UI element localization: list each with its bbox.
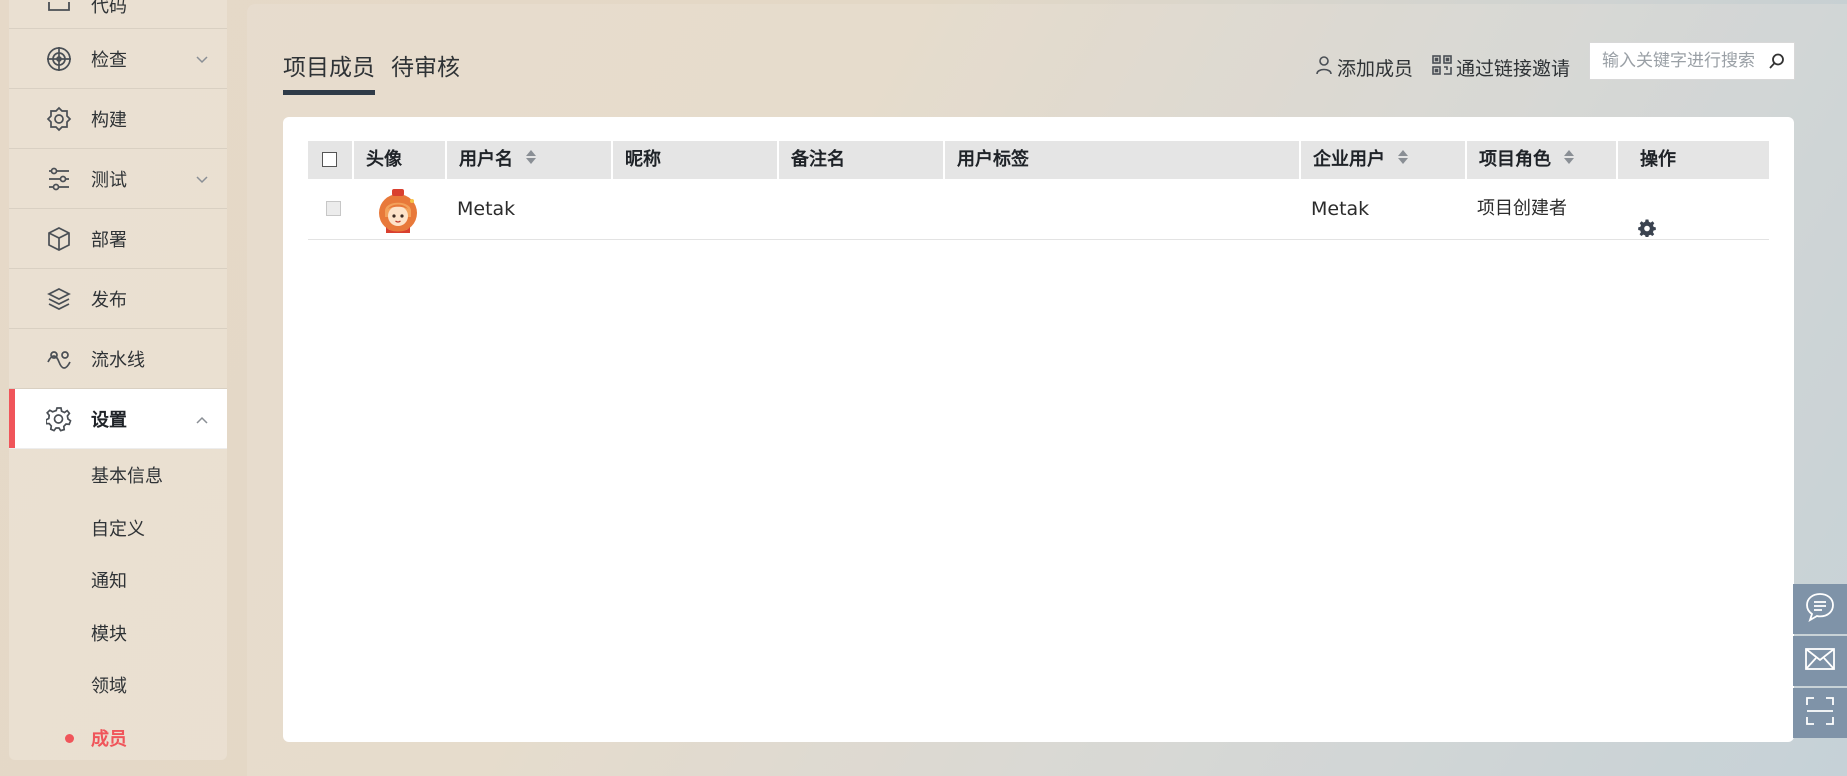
select-all-checkbox[interactable] xyxy=(322,152,337,167)
sidebar-subitem-members[interactable]: 成员 xyxy=(9,712,227,761)
chevron-down-icon xyxy=(195,52,209,66)
column-header-enterprise-user[interactable]: 企业用户 xyxy=(1299,141,1465,179)
enterprise-user-cell: Metak xyxy=(1311,198,1370,220)
user-icon xyxy=(1315,55,1333,80)
invite-by-link-label: 通过链接邀请 xyxy=(1456,58,1571,80)
scan-icon xyxy=(1805,696,1835,730)
sidebar-item-test[interactable]: 测试 xyxy=(9,149,227,209)
radar-icon xyxy=(46,46,72,72)
search-icon[interactable] xyxy=(1768,52,1786,70)
nickname-cell xyxy=(611,179,777,239)
invite-by-link-button[interactable]: 通过链接邀请 xyxy=(1432,54,1570,81)
test-icon xyxy=(46,166,72,192)
sidebar: 代码 检查 构建 测试 部署 发布 流水线 设置 基本信息 自定义 通知 模块 … xyxy=(9,0,227,760)
role-cell: 项目创建者 xyxy=(1477,198,1567,219)
mail-button[interactable] xyxy=(1793,636,1847,686)
sidebar-subitem-label: 模块 xyxy=(91,623,127,645)
column-header-username[interactable]: 用户名 xyxy=(445,141,611,179)
chat-icon xyxy=(1804,592,1836,626)
table-row: Metak Metak 项目创建者 xyxy=(308,179,1769,240)
sidebar-item-build[interactable]: 构建 xyxy=(9,89,227,149)
sidebar-item-release[interactable]: 发布 xyxy=(9,269,227,329)
sidebar-item-label: 流水线 xyxy=(91,349,145,371)
column-header-label: 企业用户 xyxy=(1313,149,1385,170)
chevron-down-icon xyxy=(195,172,209,186)
actions-cell xyxy=(1616,179,1769,239)
remark-cell xyxy=(777,179,943,239)
tags-cell xyxy=(943,179,1299,239)
add-member-label: 添加成员 xyxy=(1337,58,1414,80)
sort-icon xyxy=(1563,141,1575,179)
sidebar-item-label: 部署 xyxy=(91,229,127,251)
sort-icon xyxy=(1397,141,1409,179)
row-checkbox xyxy=(326,201,341,216)
column-header-avatar: 头像 xyxy=(352,141,445,179)
release-icon xyxy=(46,286,72,312)
build-gear-icon xyxy=(46,106,72,132)
username-cell: Metak xyxy=(457,198,516,220)
column-header-label: 项目角色 xyxy=(1479,149,1551,170)
sidebar-subitem-label: 领域 xyxy=(91,676,127,698)
sidebar-item-settings[interactable]: 设置 xyxy=(9,389,227,449)
add-member-button[interactable]: 添加成员 xyxy=(1315,54,1413,81)
column-header-nickname: 昵称 xyxy=(611,141,777,179)
avatar xyxy=(376,187,420,257)
sidebar-subitem-label: 通知 xyxy=(91,571,127,593)
sidebar-item-label: 构建 xyxy=(91,109,127,131)
active-dot-icon xyxy=(65,733,74,743)
search-box xyxy=(1589,42,1795,80)
sidebar-subitem-basic-info[interactable]: 基本信息 xyxy=(9,449,227,502)
sidebar-item-label: 测试 xyxy=(91,169,127,191)
sidebar-subitem-label: 成员 xyxy=(91,728,127,750)
scan-button[interactable] xyxy=(1793,688,1847,738)
avatar-cell xyxy=(352,179,445,239)
sidebar-item-label: 发布 xyxy=(91,289,127,311)
mail-icon xyxy=(1804,647,1836,675)
code-icon xyxy=(46,2,72,12)
column-header-actions: 操作 xyxy=(1616,141,1769,179)
sidebar-item-code[interactable]: 代码 xyxy=(9,0,227,29)
sidebar-item-label: 检查 xyxy=(91,49,127,71)
sidebar-subitem-domain[interactable]: 领域 xyxy=(9,659,227,712)
sidebar-item-label: 代码 xyxy=(91,0,127,17)
table-header: 头像 用户名 昵称 备注名 用户标签 企业用户 项目角色 操作 xyxy=(308,141,1769,179)
sidebar-subitem-label: 自定义 xyxy=(91,518,145,540)
pipeline-icon xyxy=(46,346,72,372)
sidebar-subitem-notify[interactable]: 通知 xyxy=(9,554,227,607)
sidebar-item-label: 设置 xyxy=(91,409,127,431)
sidebar-subitem-custom[interactable]: 自定义 xyxy=(9,502,227,555)
header-select-cell xyxy=(308,141,352,179)
sidebar-subitem-label: 基本信息 xyxy=(91,466,163,488)
column-header-label: 用户名 xyxy=(459,149,513,170)
tab-project-members[interactable]: 项目成员 xyxy=(283,48,375,95)
sidebar-item-pipeline[interactable]: 流水线 xyxy=(9,329,227,389)
cube-icon xyxy=(46,226,72,252)
settings-icon xyxy=(45,406,72,432)
sort-icon xyxy=(525,141,537,179)
column-header-role[interactable]: 项目角色 xyxy=(1465,141,1616,179)
settings-gear-icon[interactable] xyxy=(1638,201,1656,261)
chat-button[interactable] xyxy=(1793,584,1847,634)
chevron-up-icon xyxy=(195,412,209,426)
column-header-tags: 用户标签 xyxy=(943,141,1299,179)
tab-pending-review[interactable]: 待审核 xyxy=(391,48,460,82)
sidebar-subitem-module[interactable]: 模块 xyxy=(9,607,227,660)
sidebar-item-deploy[interactable]: 部署 xyxy=(9,209,227,269)
search-input[interactable] xyxy=(1600,50,1772,72)
column-header-remark: 备注名 xyxy=(777,141,943,179)
members-card: 头像 用户名 昵称 备注名 用户标签 企业用户 项目角色 操作 Metak Me… xyxy=(283,117,1794,742)
sidebar-item-check[interactable]: 检查 xyxy=(9,29,227,89)
qrcode-icon xyxy=(1432,55,1452,80)
